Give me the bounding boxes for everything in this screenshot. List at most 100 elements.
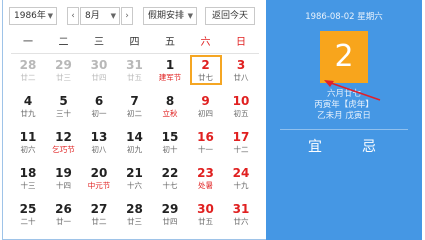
date-cell[interactable]: 28 廿三: [119, 199, 151, 229]
weekday-label: 三: [94, 37, 104, 48]
lunar-label: 初六: [20, 145, 36, 154]
date-cell[interactable]: 30 廿四: [83, 55, 115, 85]
lunar-label: 初二: [127, 109, 142, 118]
day-number: 28: [126, 202, 143, 216]
date-cell[interactable]: 24 十九: [225, 163, 257, 193]
day-number: 29: [55, 58, 72, 72]
day-number: 7: [130, 94, 139, 108]
date-cell[interactable]: 15 初十: [154, 127, 186, 157]
weekday-label: 六: [200, 37, 211, 48]
lunar-label: 初九: [127, 145, 142, 154]
day-number: 4: [23, 94, 33, 108]
lunar-label: 廿三: [56, 73, 71, 82]
day-number: 8: [165, 94, 175, 108]
date-cell[interactable]: 22 十七: [154, 163, 186, 193]
day-number: 2: [201, 58, 210, 72]
date-cell[interactable]: 21 十六: [119, 163, 151, 193]
day-number: 9: [201, 94, 210, 108]
weekday-label: 日: [236, 37, 246, 48]
lunar-label: 廿三: [127, 217, 142, 226]
day-number: 12: [55, 130, 72, 144]
year-select[interactable]: 1986年 ▼: [9, 7, 57, 25]
date-cell[interactable]: 14 初九: [119, 127, 151, 157]
date-cell[interactable]: 26 廿一: [48, 199, 80, 229]
yi-ji-row: 宜 忌: [266, 136, 422, 156]
today-button-label: 返回今天: [211, 11, 248, 21]
day-number: 30: [197, 202, 214, 216]
lunar-label: 廿四: [91, 73, 107, 82]
date-cell[interactable]: 4 廿九: [12, 91, 44, 121]
weekday-label: 二: [58, 37, 69, 48]
selected-date: 1986-08-02 星期六: [305, 12, 383, 22]
date-cell[interactable]: 16 十一: [190, 127, 222, 157]
day-number: 1: [165, 58, 175, 72]
date-cell[interactable]: 19 十四: [48, 163, 80, 193]
day-number: 21: [126, 166, 143, 180]
lunar-label: 廿四: [162, 217, 178, 226]
day-number: 31: [232, 202, 250, 216]
date-cell[interactable]: 30 廿五: [190, 199, 222, 229]
date-cell[interactable]: 10 初五: [225, 91, 257, 121]
lunar-label: 处暑: [198, 181, 213, 190]
lunar-label: 十四: [56, 181, 71, 190]
big-day-number: 2: [320, 31, 368, 83]
date-cell[interactable]: 25 二十: [12, 199, 44, 229]
date-cell[interactable]: 23 处暑: [190, 163, 222, 193]
day-number: 22: [161, 166, 179, 180]
date-cell[interactable]: 12 乞巧节: [48, 127, 80, 157]
holiday-select[interactable]: 假期安排 ▼: [143, 7, 197, 25]
date-cell[interactable]: 18 十三: [12, 163, 44, 193]
date-cell[interactable]: 7 初二: [119, 91, 151, 121]
lunar-label: 十一: [198, 145, 213, 154]
date-cell[interactable]: 8 立秋: [154, 91, 186, 121]
day-number: 30: [90, 58, 108, 72]
date-cell[interactable]: 20 中元节: [83, 163, 115, 193]
date-cell[interactable]: 29 廿三: [48, 55, 80, 85]
date-cell[interactable]: 31 廿六: [225, 199, 257, 229]
day-number: 27: [90, 202, 108, 216]
lunar-label: 廿五: [127, 73, 142, 82]
day-number: 11: [19, 130, 37, 144]
date-cell[interactable]: 1 建军节: [154, 55, 186, 85]
date-cell[interactable]: 29 廿四: [154, 199, 186, 229]
date-cell[interactable]: 6 初一: [83, 91, 115, 121]
yi-label: 宜: [308, 139, 322, 155]
lunar-label: 十三: [20, 181, 36, 190]
day-number: 20: [90, 166, 108, 180]
calendar-widget: 1986年 ▼ ‹ 8月 ▼ › 假期安排 ▼ 返回今天 一二三四五六日 28 廿…: [2, 0, 422, 240]
day-number: 26: [55, 202, 72, 216]
month-select[interactable]: 8月 ▼: [80, 7, 120, 25]
date-cell[interactable]: 9 初四: [190, 91, 222, 121]
date-cell[interactable]: 27 廿二: [83, 199, 115, 229]
day-number: 19: [55, 166, 72, 180]
day-number: 25: [19, 202, 37, 216]
date-cell[interactable]: 5 三十: [48, 91, 80, 121]
lunar-label: 廿八: [233, 73, 249, 82]
lunar-label: 二十: [20, 217, 36, 226]
date-cell[interactable]: 11 初六: [12, 127, 44, 157]
chevron-down-icon: ▼: [110, 12, 116, 20]
prev-month-button[interactable]: ‹: [67, 7, 79, 25]
day-number: 18: [19, 166, 37, 180]
lunar-label: 廿二: [20, 73, 36, 82]
ganzhi-month-day: 乙未月 戊寅日: [317, 111, 371, 121]
date-cell[interactable]: 31 廿五: [119, 55, 151, 85]
date-cell-selected[interactable]: 2 廿七: [189, 55, 222, 85]
day-detail-panel: 1986-08-02 星期六 2 六月廿七 丙寅年【虎年】 乙未月 戊寅日 宜 …: [266, 0, 422, 240]
date-cell[interactable]: 28 廿二: [12, 55, 44, 85]
day-number: 10: [232, 94, 250, 108]
next-month-button[interactable]: ›: [121, 7, 133, 25]
lunar-label: 初八: [91, 145, 107, 154]
date-cell[interactable]: 13 初八: [83, 127, 115, 157]
lunar-label: 乞巧节: [52, 145, 75, 154]
date-cell[interactable]: 17 十二: [225, 127, 257, 157]
lunar-label: 建军节: [158, 73, 182, 82]
today-button[interactable]: 返回今天: [205, 7, 255, 25]
day-number: 6: [94, 94, 104, 108]
weekday-header: 一二三四五六日: [11, 33, 259, 51]
lunar-label: 十七: [162, 181, 178, 190]
lunar-label: 初一: [91, 109, 107, 118]
lunar-label: 廿二: [91, 217, 107, 226]
chevron-down-icon: ▼: [187, 12, 193, 20]
date-cell[interactable]: 3 廿八: [225, 55, 257, 85]
